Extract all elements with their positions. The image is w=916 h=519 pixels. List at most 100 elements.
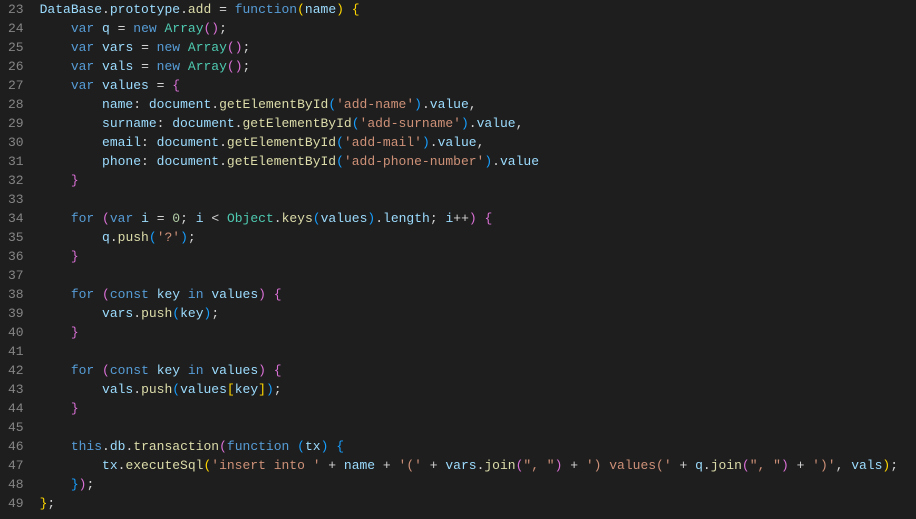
token: .: [110, 230, 118, 245]
token: new: [133, 21, 156, 36]
token: ,: [516, 116, 524, 131]
token: .: [102, 439, 110, 454]
token: prototype: [110, 2, 180, 17]
code-line[interactable]: this.db.transaction(function (tx) {: [40, 437, 916, 456]
token: var: [71, 21, 94, 36]
token: document: [172, 116, 234, 131]
code-line[interactable]: for (const key in values) {: [40, 361, 916, 380]
token: .: [133, 306, 141, 321]
token: name: [305, 2, 336, 17]
token: (: [313, 211, 321, 226]
code-line[interactable]: surname: document.getElementById('add-su…: [40, 114, 916, 133]
token: value: [500, 154, 539, 169]
token: 'add-phone-number': [344, 154, 484, 169]
token: '(': [399, 458, 422, 473]
token: [149, 287, 157, 302]
token: [94, 40, 102, 55]
line-number: 46: [8, 437, 24, 456]
token: (: [352, 116, 360, 131]
token: ;: [47, 496, 55, 511]
code-line[interactable]: tx.executeSql('insert into ' + name + '(…: [40, 456, 916, 475]
code-line[interactable]: DataBase.prototype.add = function(name) …: [40, 0, 916, 19]
token: push: [118, 230, 149, 245]
token: 0: [172, 211, 180, 226]
code-line[interactable]: for (var i = 0; i < Object.keys(values).…: [40, 209, 916, 228]
token: ): [461, 116, 469, 131]
token: <: [204, 211, 227, 226]
line-number: 33: [8, 190, 24, 209]
code-editor[interactable]: 2324252627282930313233343536373839404142…: [0, 0, 916, 519]
line-number: 31: [8, 152, 24, 171]
token: value: [438, 135, 477, 150]
code-line[interactable]: }: [40, 247, 916, 266]
code-line[interactable]: [40, 190, 916, 209]
line-number: 41: [8, 342, 24, 361]
code-line[interactable]: });: [40, 475, 916, 494]
code-line[interactable]: [40, 418, 916, 437]
code-line[interactable]: vals.push(values[key]);: [40, 380, 916, 399]
token: [40, 439, 71, 454]
token: getElementById: [227, 135, 336, 150]
token: phone: [102, 154, 141, 169]
token: surname: [102, 116, 157, 131]
code-line[interactable]: }: [40, 171, 916, 190]
token: ;: [430, 211, 446, 226]
token: transaction: [133, 439, 219, 454]
token: '?': [157, 230, 180, 245]
token: ;: [274, 382, 282, 397]
code-line[interactable]: name: document.getElementById('add-name'…: [40, 95, 916, 114]
token: =: [133, 59, 156, 74]
token: +: [789, 458, 812, 473]
code-line[interactable]: q.push('?');: [40, 228, 916, 247]
token: (): [227, 59, 243, 74]
token: [40, 211, 71, 226]
token: :: [133, 97, 149, 112]
token: getElementById: [219, 97, 328, 112]
token: [40, 78, 71, 93]
code-line[interactable]: var values = {: [40, 76, 916, 95]
line-number: 23: [8, 0, 24, 19]
token: ): [266, 382, 274, 397]
token: [40, 382, 102, 397]
token: for: [71, 211, 94, 226]
token: values: [321, 211, 368, 226]
token: (: [149, 230, 157, 245]
token: [40, 249, 71, 264]
token: +: [562, 458, 585, 473]
token: vals: [851, 458, 882, 473]
token: add: [188, 2, 211, 17]
code-line[interactable]: var vars = new Array();: [40, 38, 916, 57]
token: +: [422, 458, 445, 473]
token: (: [102, 363, 110, 378]
token: [40, 401, 71, 416]
line-number: 45: [8, 418, 24, 437]
token: =: [110, 21, 133, 36]
code-line[interactable]: var vals = new Array();: [40, 57, 916, 76]
token: [94, 21, 102, 36]
code-line[interactable]: email: document.getElementById('add-mail…: [40, 133, 916, 152]
token: new: [157, 40, 180, 55]
code-line[interactable]: }: [40, 399, 916, 418]
code-area[interactable]: DataBase.prototype.add = function(name) …: [36, 0, 916, 519]
token: for: [71, 363, 94, 378]
code-line[interactable]: var q = new Array();: [40, 19, 916, 38]
token: ): [180, 230, 188, 245]
code-line[interactable]: vars.push(key);: [40, 304, 916, 323]
token: (: [102, 287, 110, 302]
token: [40, 477, 71, 492]
token: [180, 59, 188, 74]
token: tx: [305, 439, 321, 454]
token: DataBase: [40, 2, 102, 17]
code-line[interactable]: }: [40, 323, 916, 342]
token: ;: [243, 59, 251, 74]
token: (: [219, 439, 227, 454]
code-line[interactable]: [40, 266, 916, 285]
code-line[interactable]: for (const key in values) {: [40, 285, 916, 304]
code-line[interactable]: };: [40, 494, 916, 513]
token: +: [375, 458, 398, 473]
line-number: 24: [8, 19, 24, 38]
code-line[interactable]: phone: document.getElementById('add-phon…: [40, 152, 916, 171]
code-line[interactable]: [40, 342, 916, 361]
token: [94, 287, 102, 302]
line-number: 39: [8, 304, 24, 323]
